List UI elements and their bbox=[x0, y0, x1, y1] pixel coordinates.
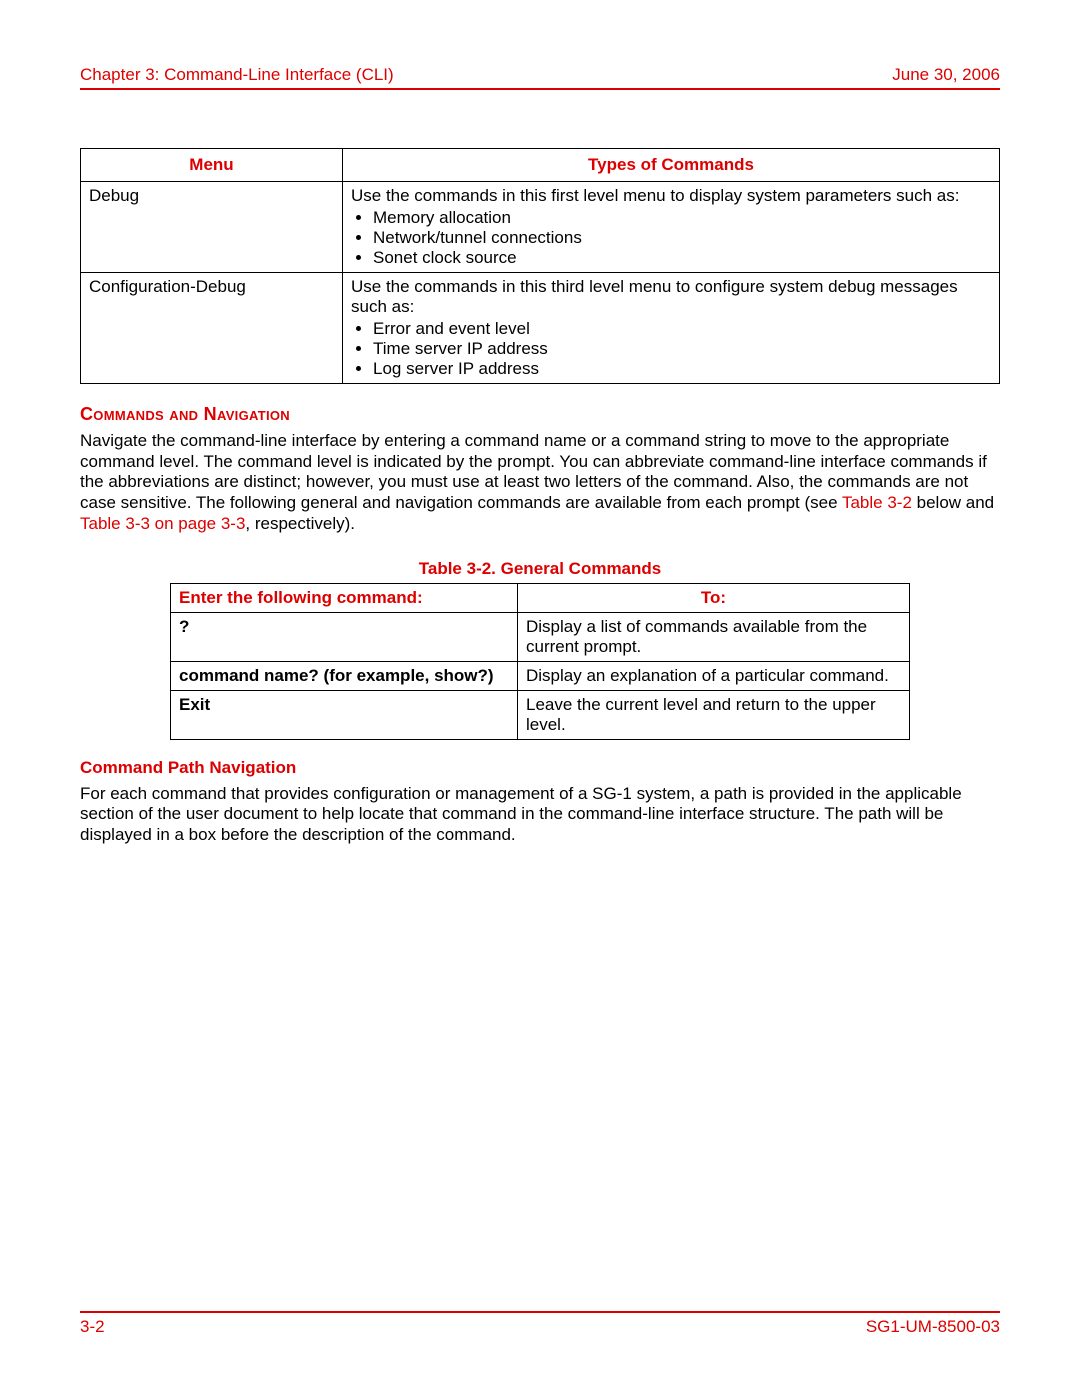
bullet-item: Error and event level bbox=[373, 319, 991, 339]
cmd-cell: command name? (for example, show?) bbox=[171, 661, 518, 690]
bullet-item: Log server IP address bbox=[373, 359, 991, 379]
sub-body: For each command that provides configura… bbox=[80, 784, 1000, 846]
types-header: Types of Commands bbox=[343, 149, 1000, 182]
bullet-item: Memory allocation bbox=[373, 208, 991, 228]
bullet-list: Memory allocation Network/tunnel connect… bbox=[351, 208, 991, 268]
table-row: Debug Use the commands in this first lev… bbox=[81, 182, 1000, 273]
row-intro: Use the commands in this third level men… bbox=[351, 277, 958, 316]
cmd-cell: ? bbox=[171, 612, 518, 661]
types-cell: Use the commands in this third level men… bbox=[343, 273, 1000, 384]
to-cell: Display an explanation of a particular c… bbox=[518, 661, 910, 690]
header-date: June 30, 2006 bbox=[892, 65, 1000, 85]
to-header: To: bbox=[518, 583, 910, 612]
menu-header: Menu bbox=[81, 149, 343, 182]
cmd-cell: Exit bbox=[171, 690, 518, 739]
bullet-item: Sonet clock source bbox=[373, 248, 991, 268]
para-text: , respectively). bbox=[245, 514, 355, 533]
menu-cell: Debug bbox=[81, 182, 343, 273]
cross-ref[interactable]: Table 3-3 on page 3-3 bbox=[80, 514, 245, 533]
row-intro: Use the commands in this first level men… bbox=[351, 186, 959, 205]
bullet-item: Time server IP address bbox=[373, 339, 991, 359]
table-row: Configuration-Debug Use the commands in … bbox=[81, 273, 1000, 384]
page-footer: 3-2 SG1-UM-8500-03 bbox=[80, 1311, 1000, 1337]
sub-heading: Command Path Navigation bbox=[80, 758, 1000, 778]
table-row: ? Display a list of commands available f… bbox=[171, 612, 910, 661]
table-row: command name? (for example, show?) Displ… bbox=[171, 661, 910, 690]
table-row: Exit Leave the current level and return … bbox=[171, 690, 910, 739]
page-header: Chapter 3: Command-Line Interface (CLI) … bbox=[80, 65, 1000, 90]
section-heading: Commands and Navigation bbox=[80, 404, 1000, 425]
chapter-title: Chapter 3: Command-Line Interface (CLI) bbox=[80, 65, 394, 85]
general-commands-table: Enter the following command: To: ? Displ… bbox=[170, 583, 910, 740]
section-paragraph: Navigate the command-line interface by e… bbox=[80, 431, 1000, 535]
para-text: below and bbox=[912, 493, 994, 512]
table-caption: Table 3-2. General Commands bbox=[80, 559, 1000, 579]
doc-id: SG1-UM-8500-03 bbox=[866, 1317, 1000, 1337]
page-number: 3-2 bbox=[80, 1317, 105, 1337]
page: Chapter 3: Command-Line Interface (CLI) … bbox=[0, 0, 1080, 1397]
menu-cell: Configuration-Debug bbox=[81, 273, 343, 384]
bullet-list: Error and event level Time server IP add… bbox=[351, 319, 991, 379]
to-cell: Display a list of commands available fro… bbox=[518, 612, 910, 661]
cmd-header: Enter the following command: bbox=[171, 583, 518, 612]
bullet-item: Network/tunnel connections bbox=[373, 228, 991, 248]
types-cell: Use the commands in this first level men… bbox=[343, 182, 1000, 273]
cross-ref[interactable]: Table 3-2 bbox=[842, 493, 912, 512]
to-cell: Leave the current level and return to th… bbox=[518, 690, 910, 739]
menu-table: Menu Types of Commands Debug Use the com… bbox=[80, 148, 1000, 384]
